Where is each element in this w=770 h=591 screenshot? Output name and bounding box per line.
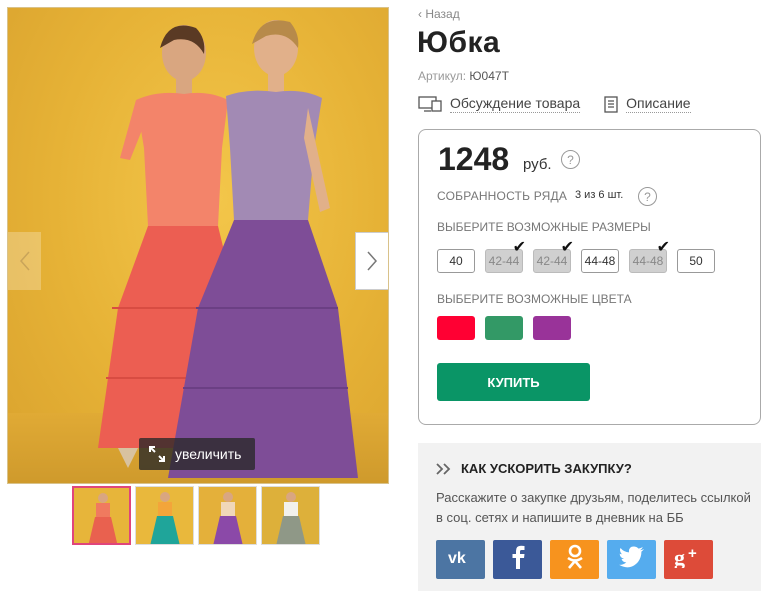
twitter-share-button[interactable]: [607, 540, 656, 579]
double-chevron-right-icon: [436, 462, 451, 475]
zoom-label: увеличить: [175, 446, 242, 462]
size-option[interactable]: 42-44 ✔: [533, 239, 574, 273]
thumbnail-image: [276, 492, 306, 544]
sku-value: Ю047Т: [469, 69, 509, 83]
price: 1248: [438, 141, 510, 177]
color-swatch[interactable]: [437, 316, 475, 340]
promo-title: КАК УСКОРИТЬ ЗАКУПКУ?: [461, 461, 632, 476]
size-option[interactable]: 42-44 ✔: [485, 239, 526, 273]
size-option[interactable]: 40: [437, 249, 475, 273]
document-icon: [604, 95, 618, 113]
size-label: 40: [449, 254, 463, 268]
checkmark-icon: ✔: [656, 239, 670, 256]
sizes-label: ВЫБЕРИТЕ ВОЗМОЖНЫЕ РАЗМЕРЫ: [437, 220, 651, 234]
checkmark-icon: ✔: [560, 239, 574, 256]
sku-label: Артикул:: [418, 69, 467, 83]
twitter-icon: [618, 546, 645, 573]
promo-text: Расскажите о закупке друзьям, поделитесь…: [436, 490, 751, 525]
thumbnail[interactable]: [72, 486, 131, 545]
size-options: 40 42-44 ✔ 42-44 ✔ 44-48 44-48 ✔ 50: [437, 239, 715, 273]
gallery-prev-button[interactable]: [8, 232, 41, 290]
color-swatch[interactable]: [485, 316, 523, 340]
thumbnail[interactable]: [198, 486, 257, 545]
social-share-buttons: vk g +: [436, 540, 713, 579]
assembly-help-icon[interactable]: ?: [638, 187, 657, 206]
facebook-share-button[interactable]: [493, 540, 542, 579]
page-title: Юбка: [417, 26, 501, 59]
facebook-icon: [511, 545, 525, 574]
google-plus-share-button[interactable]: g +: [664, 540, 713, 579]
main-product-photo[interactable]: увеличить: [7, 7, 389, 484]
checkmark-icon: ✔: [512, 239, 526, 256]
sku: Артикул: Ю047Т: [418, 69, 509, 83]
promo-box: КАК УСКОРИТЬ ЗАКУПКУ? Расскажите о закуп…: [418, 443, 761, 591]
odnoklassniki-share-button[interactable]: [550, 540, 599, 579]
vk-icon: vk: [448, 549, 474, 570]
back-link[interactable]: ‹ Назад: [418, 7, 460, 21]
expand-icon: [149, 446, 165, 462]
chevron-right-icon: [367, 251, 378, 271]
thumbnail-image: [88, 493, 118, 543]
back-label: Назад: [425, 7, 460, 21]
tab-discussion[interactable]: Обсуждение товара: [418, 95, 581, 113]
chevron-left-icon: [19, 251, 30, 271]
size-option[interactable]: 44-48: [581, 249, 619, 273]
tab-description[interactable]: Описание: [604, 95, 691, 113]
size-option[interactable]: 50: [677, 249, 715, 273]
svg-text:vk: vk: [448, 550, 466, 565]
buy-button[interactable]: КУПИТЬ: [437, 363, 590, 401]
thumbnail-image: [150, 492, 180, 544]
monitor-icon: [418, 96, 442, 112]
size-label: 44-48: [584, 254, 616, 268]
google-plus-icon: g +: [674, 545, 704, 573]
colors-label: ВЫБЕРИТЕ ВОЗМОЖНЫЕ ЦВЕТА: [437, 292, 632, 306]
price-help-icon[interactable]: ?: [561, 150, 580, 169]
color-swatch[interactable]: [533, 316, 571, 340]
buy-box: 1248 руб. ? СОБРАННОСТЬ РЯДА 3 из 6 шт. …: [418, 129, 761, 425]
thumbnail-strip: [72, 486, 320, 545]
gallery-next-button[interactable]: [355, 232, 388, 290]
tab-description-label: Описание: [626, 95, 691, 113]
thumbnail-image: [213, 492, 243, 544]
odnoklassniki-icon: [566, 544, 584, 575]
currency: руб.: [523, 156, 552, 173]
product-tabs: Обсуждение товара Описание: [418, 95, 691, 113]
zoom-button[interactable]: увеличить: [139, 438, 255, 470]
color-options: [437, 316, 571, 340]
assembly-value: 3 из 6 шт.: [575, 189, 624, 201]
svg-text:g: g: [674, 546, 685, 568]
size-label: 50: [689, 254, 703, 268]
vk-share-button[interactable]: vk: [436, 540, 485, 579]
thumbnail[interactable]: [135, 486, 194, 545]
promo-header: КАК УСКОРИТЬ ЗАКУПКУ?: [435, 461, 632, 476]
assembly-label: СОБРАННОСТЬ РЯДА: [437, 189, 568, 203]
tab-discussion-label: Обсуждение товара: [450, 95, 581, 113]
size-option[interactable]: 44-48 ✔: [629, 239, 670, 273]
svg-text:+: +: [688, 546, 697, 562]
thumbnail[interactable]: [261, 486, 320, 545]
models-illustration: [98, 20, 358, 478]
